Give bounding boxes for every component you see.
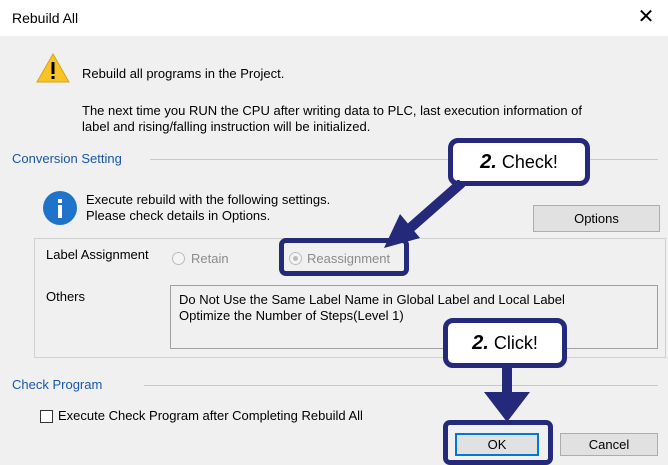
close-button[interactable]: ✕: [632, 4, 660, 30]
dialog-title: Rebuild All: [12, 10, 79, 26]
info-line-2: Please check details in Options.: [86, 208, 271, 223]
click-callout: 2. Click!: [443, 318, 567, 368]
info-line-1: Execute rebuild with the following setti…: [86, 192, 331, 207]
message-line-1: Rebuild all programs in the Project.: [82, 66, 285, 81]
retain-label: Retain: [191, 251, 229, 266]
message-line-2: The next time you RUN the CPU after writ…: [82, 103, 583, 118]
others-textbox[interactable]: Do Not Use the Same Label Name in Global…: [170, 285, 658, 349]
click-callout-text: Click!: [488, 333, 538, 353]
check-callout: 2. Check!: [448, 138, 590, 186]
check-program-group-line: [144, 385, 658, 386]
check-callout-text: Check!: [496, 152, 558, 172]
label-assignment-label: Label Assignment: [46, 247, 149, 262]
warning-icon: [36, 52, 70, 83]
others-line-1: Do Not Use the Same Label Name in Global…: [179, 292, 565, 307]
check-arrow-icon: [384, 180, 466, 248]
retain-radio[interactable]: [172, 252, 185, 265]
conversion-setting-title: Conversion Setting: [12, 151, 132, 166]
rebuild-all-dialog: Rebuild All ✕ Rebuild all programs in th…: [0, 0, 668, 465]
click-step-number: 2.: [472, 332, 489, 354]
ok-highlight: [443, 420, 553, 465]
title-bar: Rebuild All ✕: [0, 0, 668, 36]
check-program-title: Check Program: [12, 377, 113, 392]
cancel-button[interactable]: Cancel: [560, 433, 658, 456]
check-step-number: 2.: [480, 151, 497, 173]
click-arrow-icon: [484, 366, 530, 422]
check-program-checkbox-label: Execute Check Program after Completing R…: [58, 408, 363, 423]
check-program-checkbox[interactable]: [40, 410, 53, 423]
options-button[interactable]: Options: [533, 205, 660, 232]
info-icon: [43, 191, 77, 225]
others-line-2: Optimize the Number of Steps(Level 1): [179, 308, 404, 323]
others-label: Others: [46, 289, 86, 304]
message-line-3: label and rising/falling instruction wil…: [82, 119, 371, 134]
